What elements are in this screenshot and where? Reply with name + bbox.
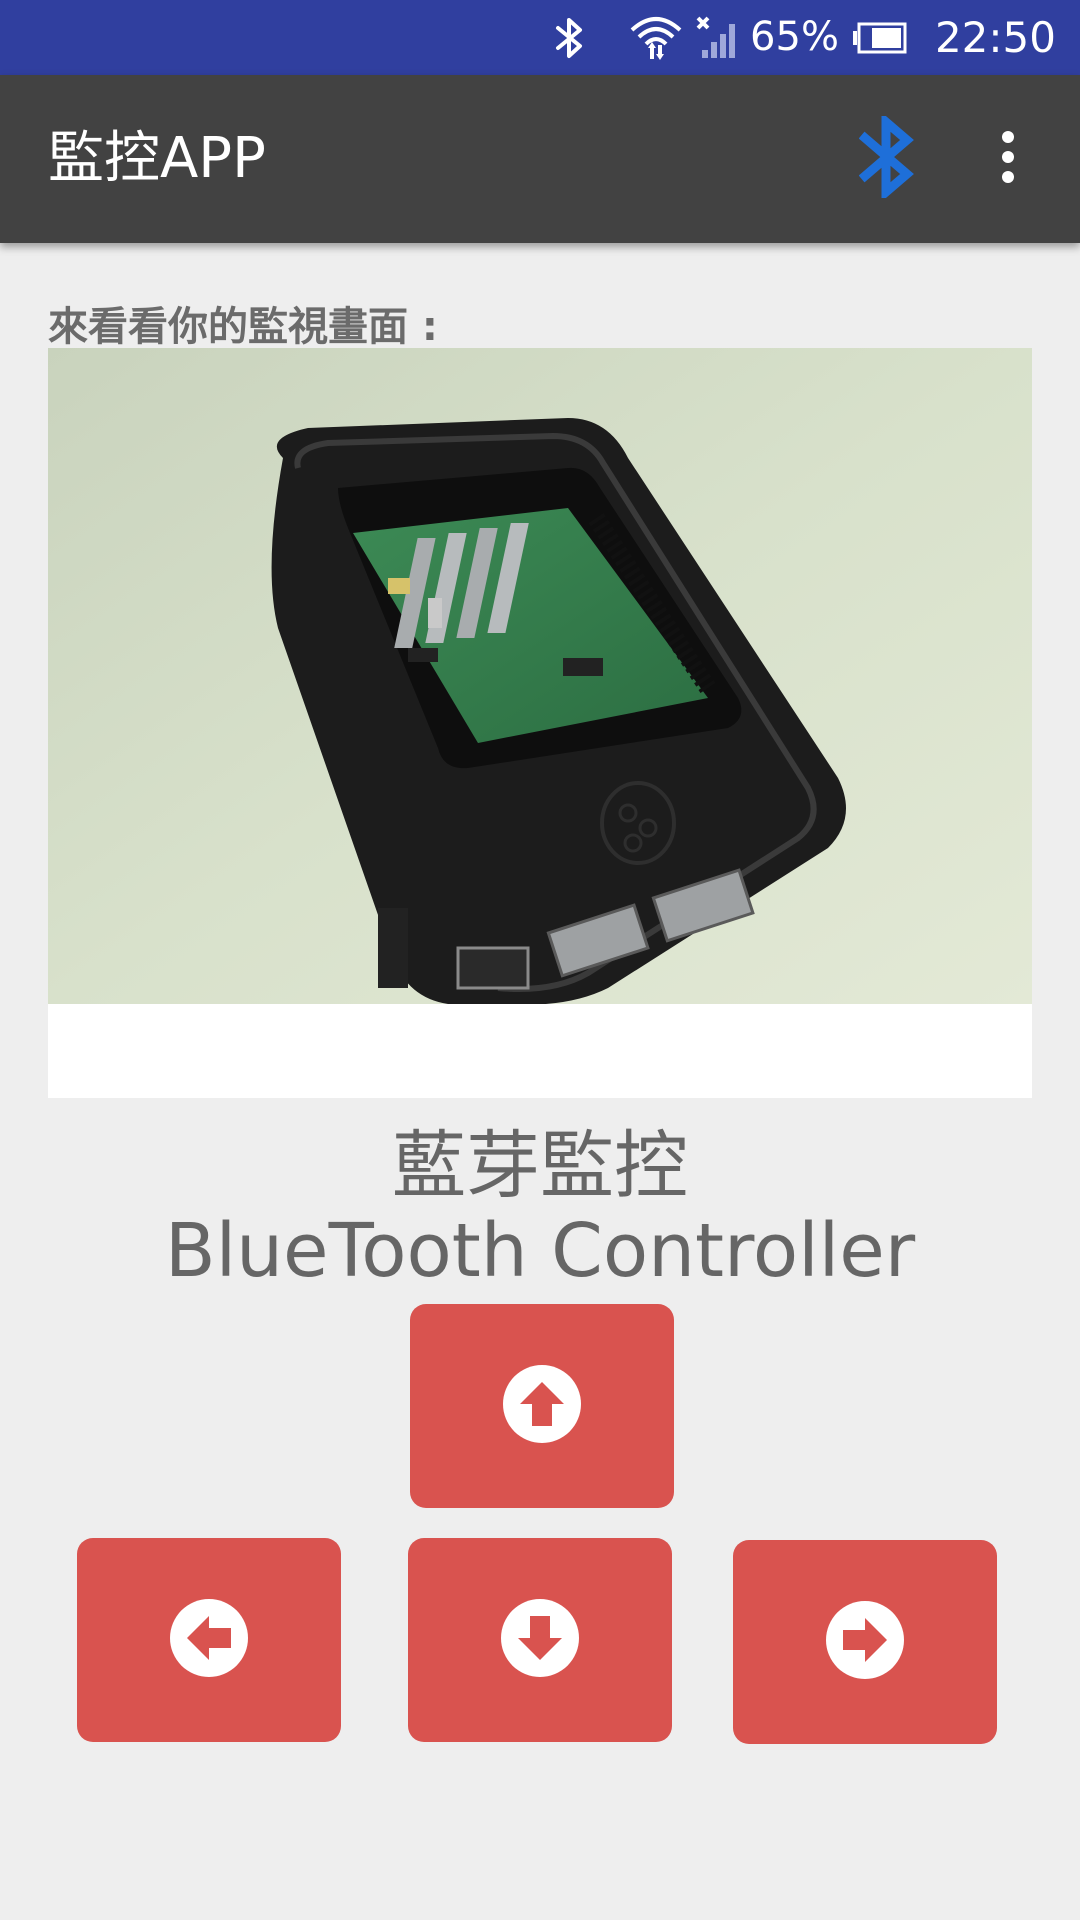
status-icons: 65% 22:50 bbox=[550, 0, 1080, 75]
monitor-view bbox=[48, 348, 1032, 1098]
clock: 22:50 bbox=[934, 13, 1056, 62]
battery-icon bbox=[851, 22, 907, 54]
controller-title-en: BlueTooth Controller bbox=[164, 1208, 916, 1294]
wifi-icon bbox=[628, 12, 684, 64]
controller-title-cn: 藍芽監控 bbox=[392, 1123, 688, 1209]
overflow-menu-button[interactable] bbox=[982, 119, 1034, 199]
arrow-left-circle-icon bbox=[169, 1598, 249, 1682]
move-right-button[interactable] bbox=[733, 1540, 997, 1744]
battery-percent: 65% bbox=[750, 14, 839, 60]
move-up-button[interactable] bbox=[410, 1304, 674, 1508]
signal-icon bbox=[694, 14, 744, 62]
bluetooth-icon bbox=[858, 112, 915, 202]
more-vert-icon bbox=[1000, 129, 1016, 189]
arrow-right-circle-icon bbox=[825, 1600, 905, 1684]
monitor-label: 來看看你的監視畫面 : bbox=[48, 304, 438, 350]
status-bar: 65% 22:50 bbox=[0, 0, 1080, 75]
arrow-down-circle-icon bbox=[500, 1598, 580, 1682]
camera-feed-image bbox=[48, 348, 1032, 1004]
arrow-up-circle-icon bbox=[502, 1364, 582, 1448]
app-title: 監控APP bbox=[48, 126, 266, 191]
move-left-button[interactable] bbox=[77, 1538, 341, 1742]
bluetooth-connect-button[interactable] bbox=[846, 112, 928, 203]
bluetooth-status-icon bbox=[550, 14, 590, 62]
app-bar: 監控APP bbox=[0, 75, 1080, 243]
move-down-button[interactable] bbox=[408, 1538, 672, 1742]
